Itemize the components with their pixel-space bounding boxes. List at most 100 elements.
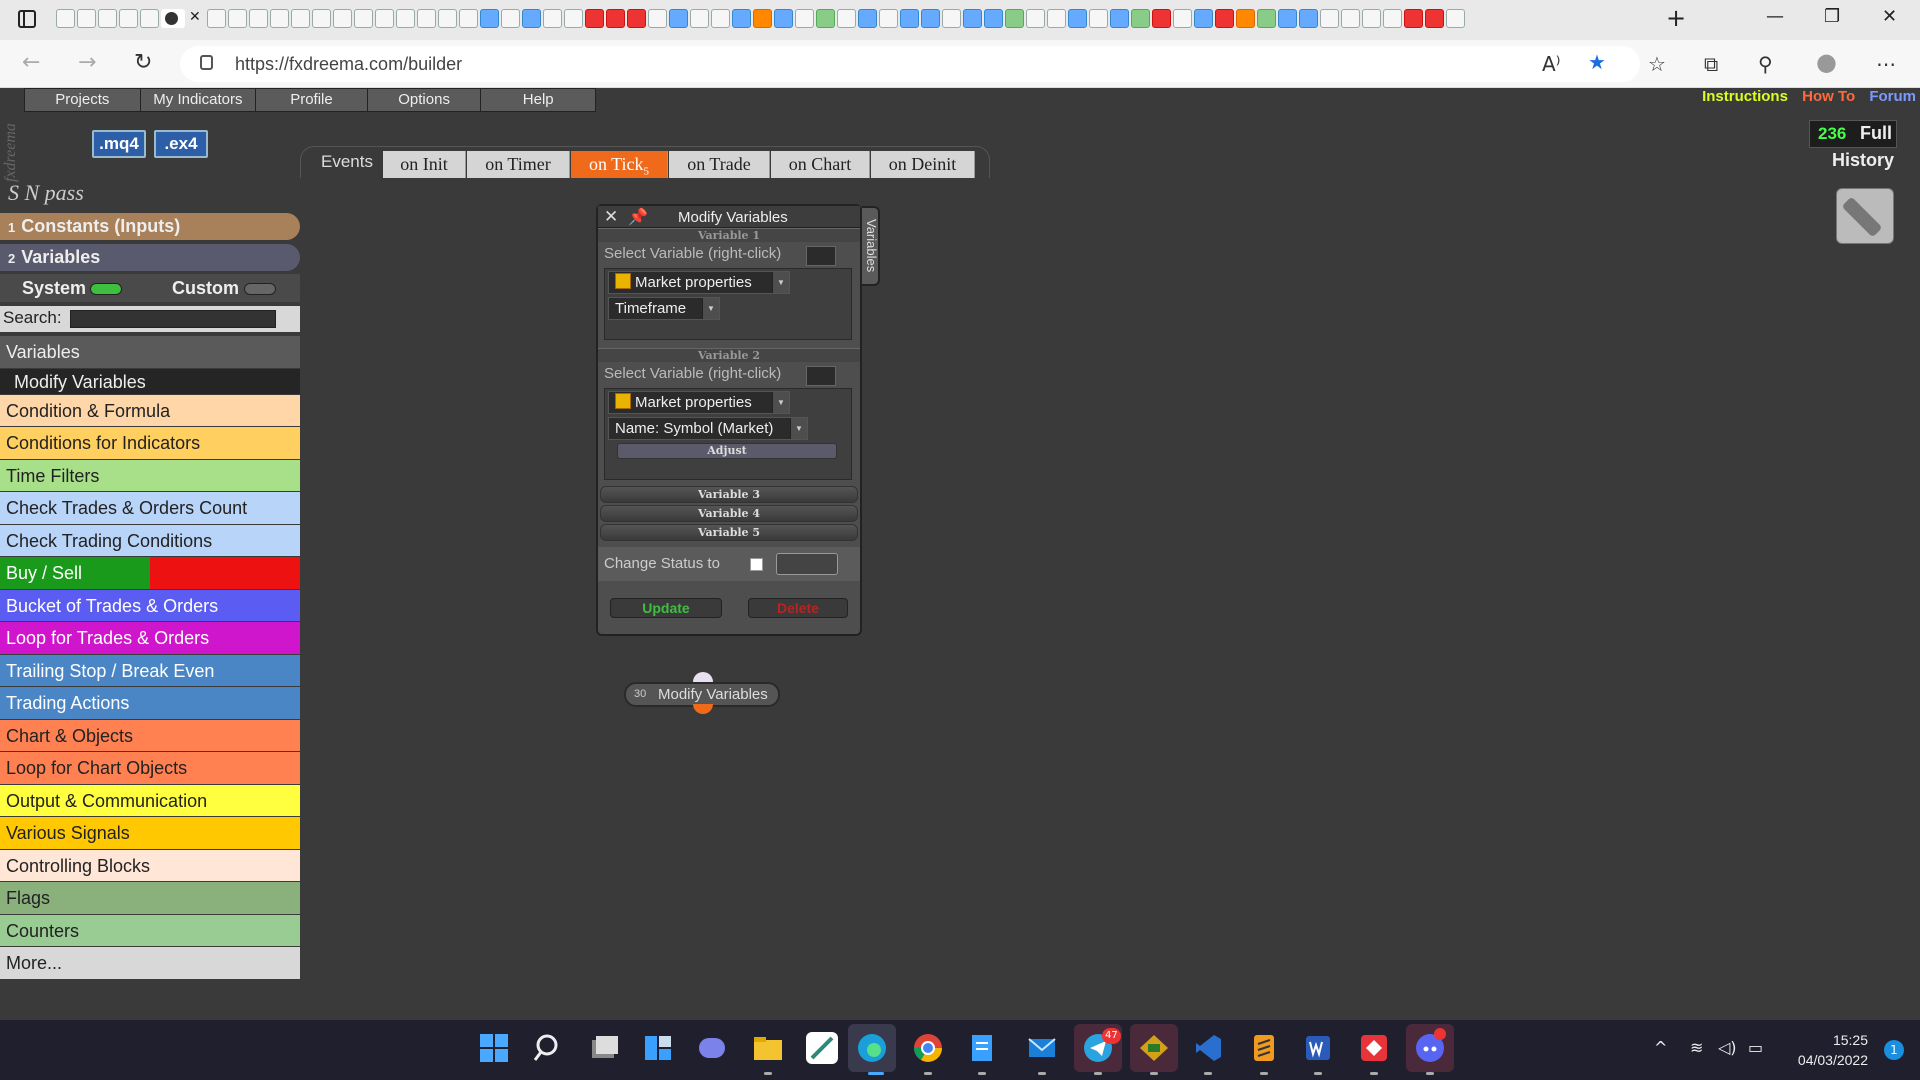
collections-icon[interactable]: ⧉ [1704,52,1718,76]
menu-profile[interactable]: Profile [256,89,368,111]
variable-2-select-box[interactable] [806,366,836,386]
tab-on-trade[interactable]: on Trade [669,151,770,178]
tab-on-timer[interactable]: on Timer [467,151,570,178]
teams-chat-icon[interactable] [696,1032,728,1064]
variable-4-header[interactable]: Variable 4 [600,505,858,522]
wrench-icon[interactable] [1836,188,1894,244]
variable-5-header[interactable]: Variable 5 [600,524,858,541]
variable-2-header[interactable]: Variable 2 [598,348,860,362]
category-item[interactable]: Trailing Stop / Break Even [0,654,300,687]
anydesk-icon[interactable] [1358,1032,1390,1064]
tab-strip[interactable] [56,9,1646,31]
delete-button[interactable]: Delete [748,598,848,618]
battery-icon[interactable]: ▭ [1748,1038,1763,1057]
variable-1-field-dropdown[interactable]: Timeframe ▼ [608,297,720,320]
category-item[interactable]: Various Signals [0,817,300,850]
category-item[interactable]: Loop for Chart Objects [0,752,300,785]
menu-help[interactable]: Help [481,89,595,111]
widgets-icon[interactable] [642,1032,674,1064]
category-item[interactable]: Buy / Sell [0,557,300,590]
menu-projects[interactable]: Projects [25,89,141,111]
category-item[interactable]: Check Trades & Orders Count [0,492,300,525]
pin-icon[interactable]: 📌 [628,207,648,227]
variable-2-source-dropdown[interactable]: Market properties ▼ [608,391,790,414]
clock[interactable]: 15:25 04/03/2022 [1798,1030,1868,1070]
url-field[interactable]: https://fxdreema.com/builder A⁾ ★ [180,46,1640,82]
notepad-icon[interactable] [966,1032,998,1064]
back-button[interactable]: ← [22,50,40,75]
start-icon[interactable] [478,1032,510,1064]
volume-icon[interactable]: ◁) [1718,1038,1737,1057]
tab-on-deinit[interactable]: on Deinit [871,151,975,178]
instructions-link[interactable]: Instructions [1702,88,1788,105]
vscode-icon[interactable] [1192,1032,1224,1064]
more-menu-icon[interactable]: ⋯ [1876,52,1896,76]
category-item[interactable]: Controlling Blocks [0,849,300,882]
active-tab[interactable] [161,9,201,28]
forward-button[interactable]: → [78,50,96,75]
file-explorer-icon[interactable] [752,1032,784,1064]
howto-link[interactable]: How To [1802,88,1855,105]
category-item[interactable]: Bucket of Trades & Orders [0,589,300,622]
tab-on-init[interactable]: on Init [383,151,466,178]
edge-icon[interactable] [856,1032,888,1064]
mail-icon[interactable] [1026,1032,1058,1064]
category-item[interactable]: Time Filters [0,459,300,492]
change-status-input[interactable] [776,553,838,575]
forum-link[interactable]: Forum [1869,88,1916,105]
wifi-icon[interactable]: ≋ [1690,1038,1703,1057]
favorites-icon[interactable]: ☆ [1648,52,1666,76]
block-output-connector[interactable] [693,704,713,714]
chrome-icon[interactable] [912,1032,944,1064]
category-item[interactable]: Trading Actions [0,687,300,720]
tab-actions-icon[interactable] [18,10,36,28]
menu-my-indicators[interactable]: My Indicators [141,89,257,111]
new-tab-button[interactable]: + [1666,4,1686,32]
category-item[interactable]: Output & Communication [0,784,300,817]
refresh-button[interactable]: ↻ [134,50,152,75]
category-item[interactable]: More... [0,947,300,980]
history-button[interactable]: History [1832,150,1894,171]
update-button[interactable]: Update [610,598,722,618]
variables-side-tab[interactable]: Variables [862,206,880,286]
notification-badge[interactable]: 1 [1884,1040,1904,1060]
adjust-button[interactable]: Adjust [617,443,837,459]
project-name[interactable]: S N pass [8,180,84,206]
variable-1-source-dropdown[interactable]: Market properties ▼ [608,271,790,294]
change-status-checkbox[interactable] [750,558,763,571]
search-icon[interactable] [532,1032,564,1064]
category-item[interactable]: Chart & Objects [0,719,300,752]
extensions-icon[interactable]: ⚲ [1758,52,1773,76]
restore-button[interactable]: ❐ [1824,6,1840,27]
tab-on-tick[interactable]: on Tick5 [571,151,668,178]
variable-1-header[interactable]: Variable 1 [598,228,860,242]
sublime-icon[interactable] [1248,1032,1280,1064]
lock-icon[interactable] [200,55,213,70]
category-item[interactable]: Flags [0,882,300,915]
profile-avatar-icon[interactable]: ● [1816,48,1837,76]
variable-1-select-box[interactable] [806,246,836,266]
ex4-button[interactable]: .ex4 [154,130,208,158]
variables-button[interactable]: 2 Variables [0,244,300,271]
variable-3-header[interactable]: Variable 3 [600,486,858,503]
category-item[interactable]: Check Trading Conditions [0,524,300,557]
category-item[interactable]: Condition & Formula [0,394,300,427]
category-header-variables[interactable]: Variables [0,336,300,369]
notes-app-icon[interactable] [806,1032,838,1064]
constants-inputs-button[interactable]: 1 Constants (Inputs) [0,213,300,240]
minimize-button[interactable]: — [1766,6,1784,27]
metatrader-icon[interactable] [1138,1032,1170,1064]
system-toggle[interactable] [90,283,122,295]
search-input[interactable] [70,310,276,328]
category-modify-variables[interactable]: Modify Variables [0,368,300,395]
menu-options[interactable]: Options [368,89,482,111]
variable-2-field-dropdown[interactable]: Name: Symbol (Market) ▼ [608,417,808,440]
word-icon[interactable] [1302,1032,1334,1064]
category-item[interactable]: Loop for Trades & Orders [0,622,300,655]
custom-toggle[interactable] [244,283,276,295]
task-view-icon[interactable] [588,1032,620,1064]
favorite-star-icon[interactable]: ★ [1588,50,1606,74]
read-aloud-icon[interactable]: A⁾ [1542,52,1561,76]
mq4-button[interactable]: .mq4 [92,130,146,158]
category-item[interactable]: Conditions for Indicators [0,427,300,460]
